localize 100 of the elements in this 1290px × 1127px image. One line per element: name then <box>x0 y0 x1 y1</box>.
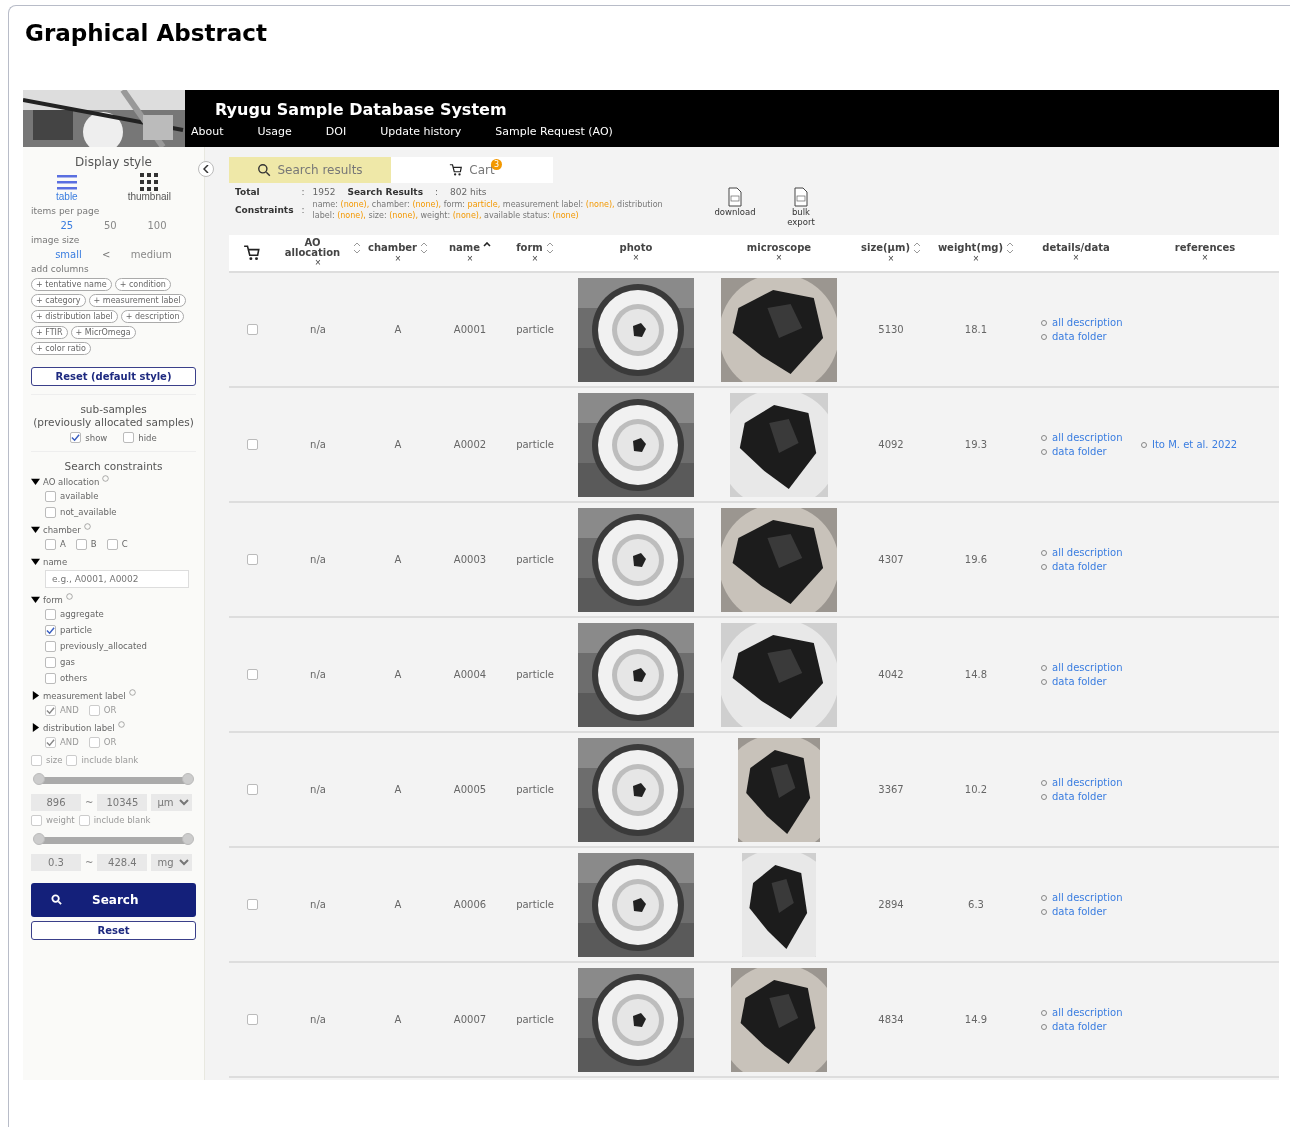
add-column-chip[interactable]: + MicrOmega <box>70 326 136 339</box>
section-toggle[interactable]: AO allocation <box>31 476 110 487</box>
checkbox[interactable] <box>106 538 118 550</box>
nav-link[interactable]: DOI <box>325 124 347 138</box>
section-toggle[interactable]: name <box>31 556 68 567</box>
nav-link[interactable]: Update history <box>380 124 462 138</box>
data-link[interactable]: data folder <box>1041 446 1131 457</box>
column-header[interactable]: photo <box>619 243 653 253</box>
add-column-chip[interactable]: + measurement label <box>88 294 186 307</box>
data-link[interactable]: all description <box>1041 1007 1131 1018</box>
checkbox[interactable] <box>31 754 42 766</box>
checkbox[interactable] <box>45 640 56 652</box>
section-toggle[interactable]: chamber <box>31 524 91 535</box>
checkbox[interactable] <box>45 608 56 620</box>
add-column-chip[interactable]: + description <box>120 310 185 323</box>
add-column-chip[interactable]: + condition <box>114 278 171 291</box>
slider-handle[interactable] <box>33 773 45 786</box>
checkbox[interactable] <box>246 1014 258 1025</box>
max-field[interactable]: 10345 <box>97 793 148 811</box>
add-column-chip[interactable]: + color ratio <box>31 342 91 355</box>
search-button[interactable]: Search <box>31 882 196 917</box>
data-link[interactable]: all description <box>1041 777 1131 788</box>
data-link[interactable]: all description <box>1041 662 1131 673</box>
checkbox[interactable] <box>45 490 56 502</box>
nav-link[interactable]: Sample Request (AO) <box>495 124 613 138</box>
checkbox[interactable] <box>246 784 258 795</box>
checkbox[interactable] <box>246 669 258 680</box>
slider-handle[interactable] <box>33 833 45 846</box>
add-column-chip[interactable]: + category <box>31 294 86 307</box>
image-size-option[interactable]: small <box>55 249 82 260</box>
data-link[interactable]: data folder <box>1041 331 1131 342</box>
column-header[interactable]: form <box>516 242 554 254</box>
export-button[interactable]: download <box>715 187 755 227</box>
page-size-option[interactable]: 25 <box>60 220 74 231</box>
unit-select[interactable]: µm <box>151 793 193 811</box>
name-field[interactable]: e.g., A0001, A0002 <box>45 569 189 588</box>
column-header[interactable]: weight(mg) <box>937 242 1015 254</box>
remove-column-button[interactable]: × <box>888 254 894 264</box>
checkbox[interactable] <box>45 538 56 550</box>
checkbox[interactable] <box>78 814 90 826</box>
page-size-option[interactable]: 100 <box>147 220 167 231</box>
data-link[interactable]: data folder <box>1041 561 1131 572</box>
slider-handle[interactable] <box>182 773 194 786</box>
unit-select[interactable]: mg <box>151 853 193 871</box>
collapse-button[interactable] <box>198 161 214 177</box>
data-link[interactable]: all description <box>1041 432 1131 443</box>
checkbox[interactable] <box>66 754 78 766</box>
checkbox[interactable] <box>246 554 258 565</box>
data-link[interactable]: data folder <box>1041 676 1131 687</box>
slider-handle[interactable] <box>182 833 194 846</box>
checkbox[interactable] <box>123 432 135 444</box>
checkbox[interactable] <box>246 439 258 450</box>
section-toggle[interactable]: form <box>31 594 73 605</box>
page-size-option[interactable]: 50 <box>103 220 117 231</box>
remove-column-button[interactable]: × <box>1073 253 1079 263</box>
add-column-chip[interactable]: + distribution label <box>31 310 118 323</box>
column-header[interactable]: references <box>1174 243 1236 253</box>
checkbox[interactable] <box>45 624 56 636</box>
display-style-option[interactable]: table <box>56 173 78 202</box>
data-link[interactable]: all description <box>1041 892 1131 903</box>
min-field[interactable]: 896 <box>31 793 81 811</box>
display-style-option[interactable]: thumbnail <box>127 173 171 202</box>
remove-column-button[interactable]: × <box>973 254 979 264</box>
remove-column-button[interactable]: × <box>1202 253 1208 263</box>
remove-column-button[interactable]: × <box>633 253 639 263</box>
remove-column-button[interactable]: × <box>532 254 538 264</box>
data-link[interactable]: data folder <box>1041 791 1131 802</box>
remove-column-button[interactable]: × <box>776 253 782 263</box>
data-link[interactable]: all description <box>1041 547 1131 558</box>
add-column-chip[interactable]: + FTIR <box>31 326 68 339</box>
nav-link[interactable]: About <box>191 124 224 138</box>
reset-style-button[interactable]: Reset (default style) <box>31 367 196 386</box>
column-header[interactable]: details/data <box>1042 243 1110 253</box>
export-button[interactable]: bulk export <box>781 187 821 227</box>
column-header[interactable]: size(μm) <box>861 242 921 254</box>
column-header[interactable]: chamber <box>367 242 429 254</box>
checkbox[interactable] <box>45 672 56 684</box>
data-link[interactable]: all description <box>1041 317 1131 328</box>
remove-column-button[interactable]: × <box>467 254 473 264</box>
checkbox[interactable] <box>45 656 56 668</box>
checkbox[interactable] <box>70 432 82 444</box>
remove-column-button[interactable]: × <box>395 254 401 264</box>
min-field[interactable]: 0.3 <box>31 853 81 871</box>
data-link[interactable]: data folder <box>1041 906 1131 917</box>
data-link[interactable]: data folder <box>1041 1021 1131 1032</box>
checkbox[interactable] <box>246 899 258 910</box>
reference-link[interactable]: Ito M. et al. 2022 <box>1141 439 1279 450</box>
checkbox[interactable] <box>45 506 56 518</box>
checkbox[interactable] <box>31 814 42 826</box>
reset-button[interactable]: Reset <box>31 920 196 940</box>
checkbox[interactable] <box>75 538 87 550</box>
add-column-chip[interactable]: + tentative name <box>31 278 112 291</box>
image-size-option[interactable]: medium <box>130 249 172 260</box>
nav-link[interactable]: Usage <box>257 124 292 138</box>
remove-column-button[interactable]: × <box>315 258 321 268</box>
tab[interactable]: Search results <box>229 157 391 183</box>
max-field[interactable]: 428.4 <box>97 853 148 871</box>
checkbox[interactable] <box>246 324 258 335</box>
column-header[interactable]: name <box>448 242 492 254</box>
column-header[interactable]: microscope <box>746 243 812 253</box>
